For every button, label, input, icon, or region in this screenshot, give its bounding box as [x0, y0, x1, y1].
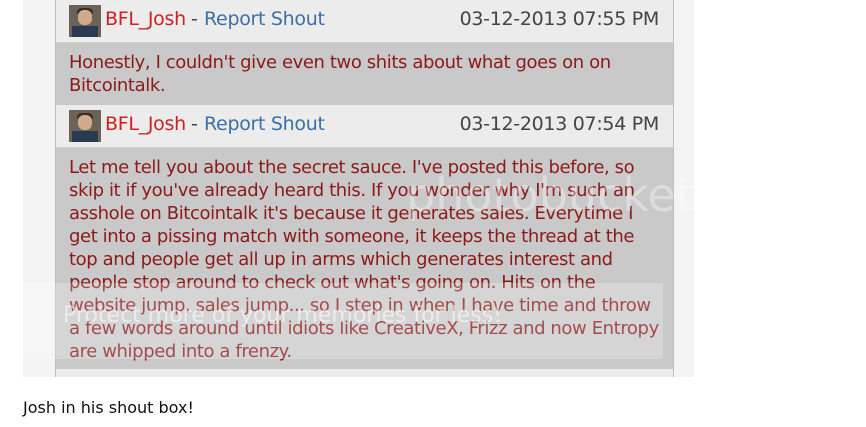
image-caption: Josh in his shout box! [23, 398, 194, 417]
shout-header-partial [56, 369, 673, 377]
header-separator: - [191, 8, 198, 30]
watermark-logo: photobucket [406, 168, 694, 222]
user-avatar[interactable] [69, 110, 101, 142]
shout-message: Honestly, I couldn't give even two shits… [69, 52, 611, 96]
report-shout-link[interactable]: Report Shout [204, 113, 325, 135]
watermark-text: Protect more of your memories for less! [63, 303, 503, 328]
header-separator: - [191, 113, 198, 135]
shout-header: BFL_Josh - Report Shout 03-12-2013 07:54… [56, 105, 673, 148]
page-margin [694, 0, 866, 377]
report-shout-link[interactable]: Report Shout [204, 8, 325, 30]
shout-timestamp: 03-12-2013 07:55 PM [459, 8, 660, 30]
shout-timestamp: 03-12-2013 07:54 PM [459, 113, 660, 135]
shout-username[interactable]: BFL_Josh [105, 113, 186, 135]
user-avatar[interactable] [69, 5, 101, 37]
shout-username[interactable]: BFL_Josh [105, 8, 186, 30]
screenshot-image: BFL_Josh - Report Shout 03-12-2013 07:55… [23, 0, 694, 377]
shout-header: BFL_Josh - Report Shout 03-12-2013 07:55… [56, 0, 673, 43]
